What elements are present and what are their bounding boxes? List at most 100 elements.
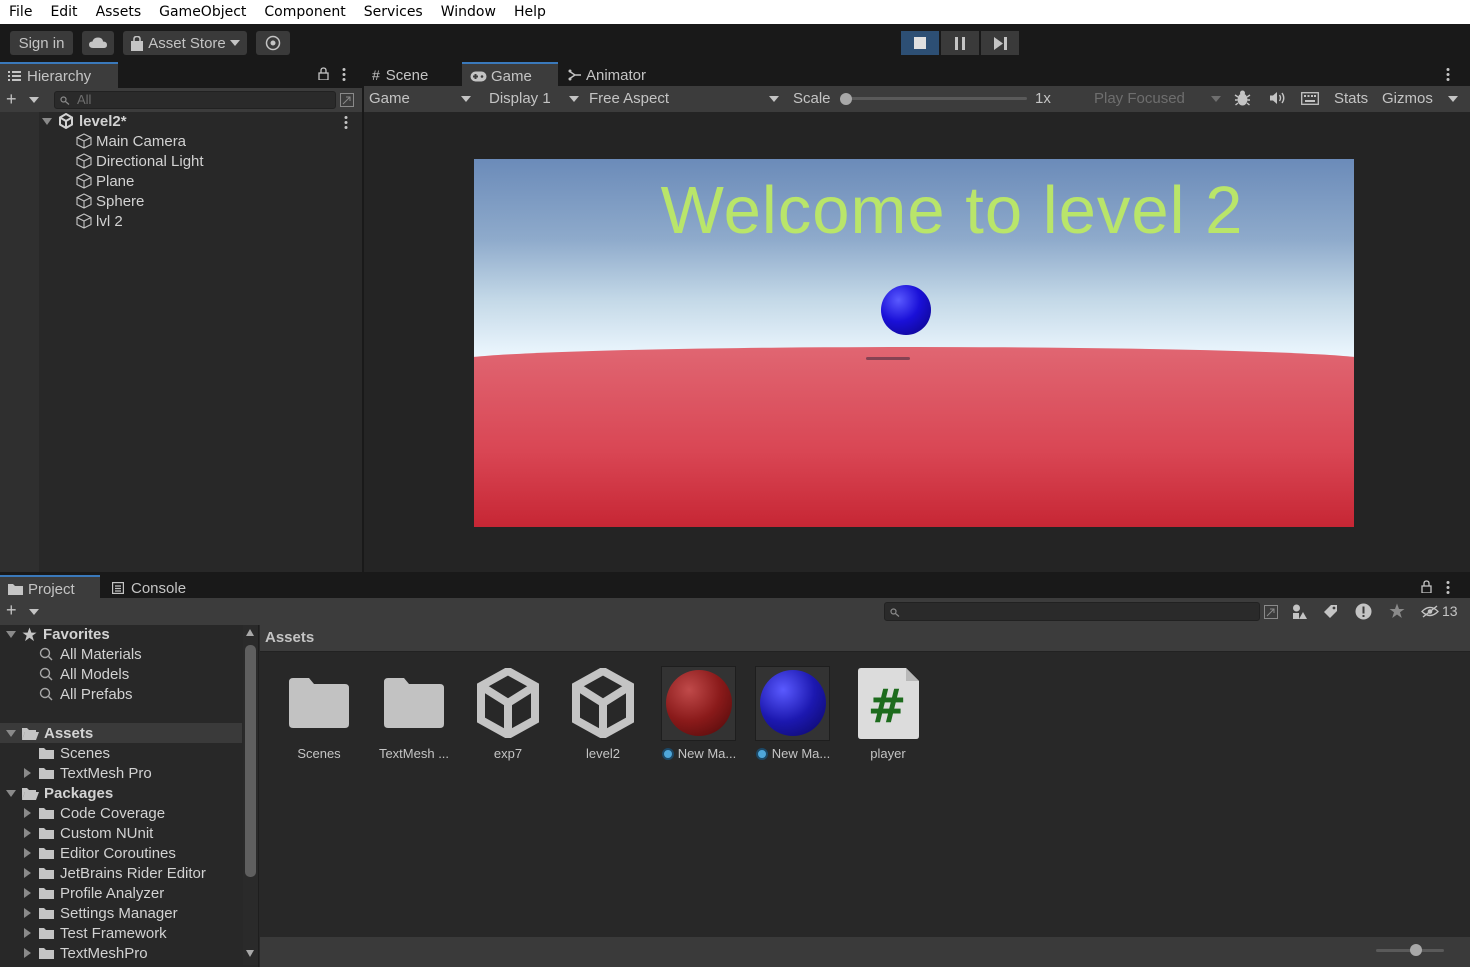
menu-component[interactable]: Component xyxy=(255,4,354,20)
collapsed-arrow-icon[interactable] xyxy=(24,848,31,858)
menu-edit[interactable]: Edit xyxy=(41,4,86,20)
speaker-icon[interactable] xyxy=(1269,91,1286,105)
aspect-dropdown[interactable]: Free Aspect xyxy=(589,87,781,110)
scroll-down-icon[interactable] xyxy=(246,950,254,957)
material-preview xyxy=(755,666,830,741)
expand-arrow-icon[interactable] xyxy=(6,729,16,737)
tab-animator[interactable]: Animator xyxy=(560,62,670,88)
hierarchy-item-lvl2[interactable]: lvl 2 xyxy=(76,211,123,231)
breadcrumb[interactable]: Assets xyxy=(265,629,314,646)
assets-child-textmesh-pro[interactable]: TextMesh Pro xyxy=(24,763,152,783)
package-custom-nunit[interactable]: Custom NUnit xyxy=(24,823,153,843)
package-editor-coroutines[interactable]: Editor Coroutines xyxy=(24,843,176,863)
kebab-menu-icon[interactable] xyxy=(342,68,346,81)
folder-label: Scenes xyxy=(60,744,111,762)
sphere-shadow xyxy=(866,357,910,360)
warning-icon[interactable] xyxy=(1355,603,1372,620)
step-button[interactable] xyxy=(981,31,1019,55)
collapsed-arrow-icon[interactable] xyxy=(24,908,31,918)
collapsed-arrow-icon[interactable] xyxy=(24,768,31,778)
add-icon[interactable]: + xyxy=(6,90,17,108)
tab-game[interactable]: Game xyxy=(462,62,558,88)
search-expand-icon[interactable] xyxy=(340,93,354,107)
sign-in-button[interactable]: Sign in xyxy=(10,31,73,55)
add-icon[interactable]: + xyxy=(6,601,17,619)
hierarchy-item-directional-light[interactable]: Directional Light xyxy=(76,151,204,171)
hierarchy-scene-row[interactable]: level2* xyxy=(42,111,127,131)
favorite-all-prefabs[interactable]: All Prefabs xyxy=(39,684,133,704)
hierarchy-item-sphere[interactable]: Sphere xyxy=(76,191,144,211)
package-profile-analyzer[interactable]: Profile Analyzer xyxy=(24,883,164,903)
assets-folder-row[interactable]: Assets xyxy=(6,723,93,743)
tree-scrollbar[interactable] xyxy=(243,625,258,965)
stats-button[interactable]: Stats xyxy=(1334,87,1368,110)
gameobject-cube-icon xyxy=(76,173,92,189)
packages-folder-row[interactable]: Packages xyxy=(6,783,113,803)
menu-file[interactable]: File xyxy=(0,4,41,20)
scroll-up-icon[interactable] xyxy=(246,629,254,636)
menu-window[interactable]: Window xyxy=(432,4,505,20)
expand-arrow-icon[interactable] xyxy=(6,630,16,638)
gizmos-dropdown[interactable]: Gizmos xyxy=(1382,87,1462,110)
tag-icon[interactable] xyxy=(1323,604,1338,619)
collapsed-arrow-icon[interactable] xyxy=(24,868,31,878)
scale-slider-thumb[interactable] xyxy=(840,93,852,105)
kebab-menu-icon[interactable] xyxy=(1446,68,1450,81)
chevron-down-icon[interactable] xyxy=(29,97,39,103)
collapsed-arrow-icon[interactable] xyxy=(24,888,31,898)
kebab-menu-icon[interactable] xyxy=(1446,581,1450,594)
tab-hierarchy[interactable]: Hierarchy xyxy=(0,62,118,88)
assets-child-scenes[interactable]: Scenes xyxy=(39,743,110,763)
keyboard-icon[interactable] xyxy=(1301,92,1319,105)
game-mode-dropdown[interactable]: Game xyxy=(369,87,475,110)
scale-slider-track[interactable] xyxy=(842,97,1027,100)
icon-size-slider-thumb[interactable] xyxy=(1410,944,1422,956)
collapsed-arrow-icon[interactable] xyxy=(24,928,31,938)
scroll-thumb[interactable] xyxy=(245,645,256,877)
package-settings-manager[interactable]: Settings Manager xyxy=(24,903,178,923)
collab-button[interactable] xyxy=(256,31,290,55)
bug-icon[interactable] xyxy=(1234,89,1251,107)
hierarchy-search-input[interactable]: All xyxy=(54,91,336,109)
collapsed-arrow-icon[interactable] xyxy=(24,808,31,818)
asset-store-button[interactable]: Asset Store xyxy=(123,31,247,55)
favorite-all-models[interactable]: All Models xyxy=(39,664,129,684)
menu-gameobject[interactable]: GameObject xyxy=(150,4,255,20)
tab-scene[interactable]: # Scene xyxy=(364,62,459,88)
favorite-all-materials[interactable]: All Materials xyxy=(39,644,142,664)
project-toolbar: + 13 xyxy=(0,598,1470,625)
scene-kebab-icon[interactable] xyxy=(344,116,348,129)
lock-icon[interactable] xyxy=(1421,580,1432,593)
collapsed-arrow-icon[interactable] xyxy=(24,948,31,958)
menu-help[interactable]: Help xyxy=(505,4,555,20)
package-jetbrains-rider[interactable]: JetBrains Rider Editor xyxy=(24,863,206,883)
package-textmeshpro[interactable]: TextMeshPro xyxy=(24,943,148,963)
hierarchy-item-label: Sphere xyxy=(96,192,145,210)
menu-services[interactable]: Services xyxy=(355,4,432,20)
package-code-coverage[interactable]: Code Coverage xyxy=(24,803,165,823)
step-icon xyxy=(993,36,1007,50)
chevron-down-icon[interactable] xyxy=(29,609,39,615)
package-test-framework[interactable]: Test Framework xyxy=(24,923,167,943)
lock-icon[interactable] xyxy=(318,67,329,80)
game-render-view[interactable]: Welcome to level 2 xyxy=(474,159,1354,527)
hierarchy-item-plane[interactable]: Plane xyxy=(76,171,134,191)
project-search-input[interactable] xyxy=(884,602,1260,621)
collapsed-arrow-icon[interactable] xyxy=(24,828,31,838)
display-dropdown[interactable]: Display 1 xyxy=(489,87,581,110)
hierarchy-item-main-camera[interactable]: Main Camera xyxy=(76,131,186,151)
search-icon xyxy=(890,608,900,617)
play-focused-dropdown[interactable]: Play Focused xyxy=(1094,87,1222,110)
pause-button[interactable] xyxy=(941,31,979,55)
asset-store-label: Asset Store xyxy=(148,34,226,52)
favorites-header[interactable]: Favorites xyxy=(6,624,110,644)
menu-assets[interactable]: Assets xyxy=(87,4,151,20)
filter-by-type-icon[interactable] xyxy=(1292,604,1307,619)
expand-arrow-icon[interactable] xyxy=(6,789,16,797)
hidden-eye-icon[interactable] xyxy=(1421,605,1439,618)
search-expand-icon[interactable] xyxy=(1264,605,1278,619)
star-icon[interactable] xyxy=(1389,603,1405,619)
expand-arrow-icon[interactable] xyxy=(42,117,52,125)
play-button[interactable] xyxy=(901,31,939,55)
cloud-button[interactable] xyxy=(82,31,114,55)
